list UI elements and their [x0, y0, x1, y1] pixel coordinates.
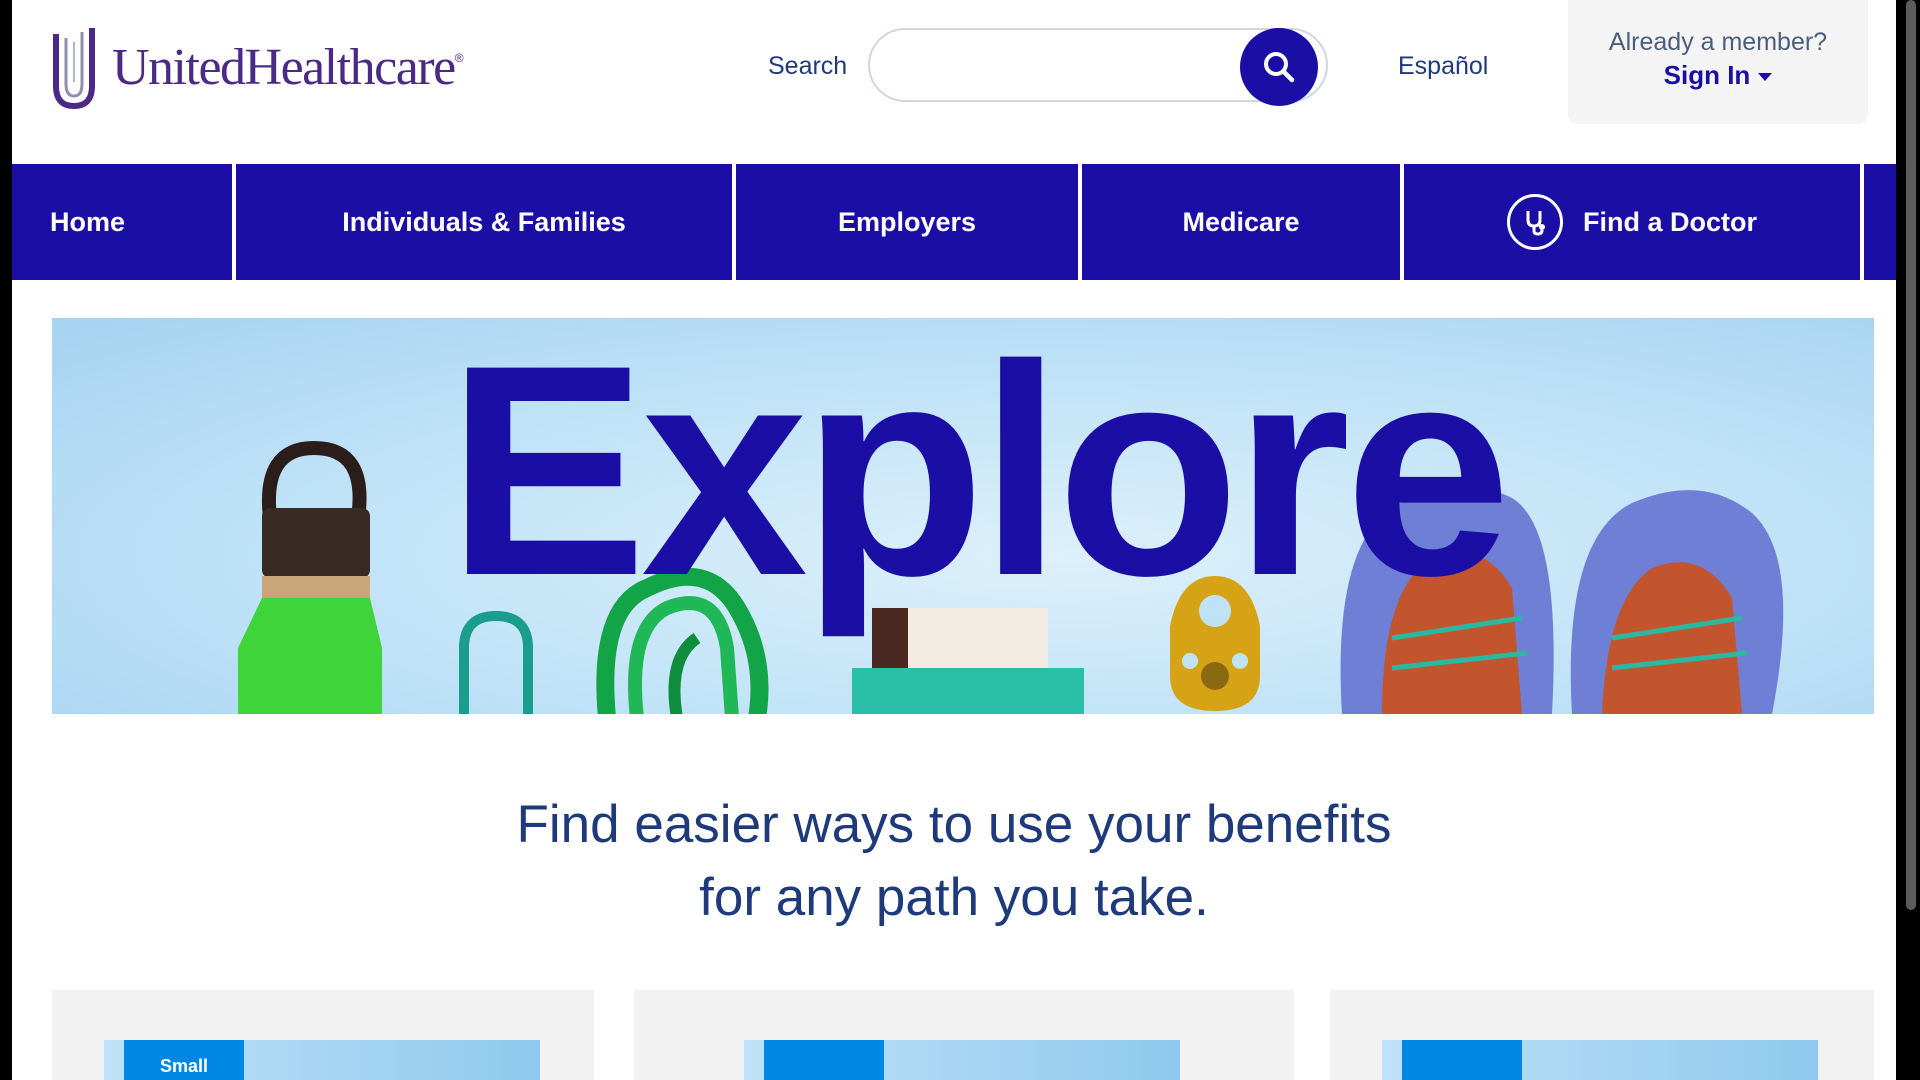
- card-tab: [1402, 1040, 1522, 1080]
- nav-more[interactable]: [1864, 164, 1896, 280]
- search-icon: [1264, 52, 1295, 83]
- feature-card[interactable]: [634, 990, 1294, 1080]
- chevron-down-icon: [1758, 73, 1773, 82]
- feature-card[interactable]: [1330, 990, 1874, 1080]
- nav-employers-label: Employers: [837, 206, 977, 237]
- scrollbar-thumb[interactable]: [1906, 0, 1916, 910]
- nav-employers[interactable]: Employers: [736, 164, 1078, 280]
- uhc-logo-icon: [53, 28, 95, 110]
- espanol-link[interactable]: Español: [1398, 52, 1488, 81]
- scrollbar[interactable]: [1896, 0, 1920, 1080]
- page-headline: Find easier ways to use your benefits fo…: [12, 788, 1896, 934]
- hero-banner[interactable]: Explore: [52, 318, 1874, 714]
- nav-home-label: Home: [50, 206, 126, 237]
- card-tab: Small: [124, 1040, 244, 1080]
- unitedhealthcare-logo[interactable]: UnitedHealthcare ®: [52, 22, 464, 112]
- nav-medicare-label: Medicare: [1182, 206, 1300, 237]
- logo-text: UnitedHealthcare: [112, 38, 456, 96]
- feature-card[interactable]: Small: [52, 990, 594, 1080]
- sign-in-label: Sign In: [1663, 60, 1751, 90]
- nav-find-a-doctor-label: Find a Doctor: [1583, 206, 1757, 237]
- search-input[interactable]: [892, 42, 1226, 90]
- nav-individuals-families-label: Individuals & Families: [342, 206, 626, 237]
- card-tab: [764, 1040, 884, 1080]
- hero-title: Explore: [447, 318, 1511, 638]
- nav-find-a-doctor[interactable]: Find a Doctor: [1404, 164, 1860, 280]
- signin-prompt: Already a member?: [1608, 28, 1828, 56]
- signin-panel: Already a member? Sign In: [1568, 0, 1868, 124]
- nav-medicare[interactable]: Medicare: [1082, 164, 1400, 280]
- nav-home[interactable]: Home: [12, 164, 232, 280]
- headline-line-1: Find easier ways to use your benefits: [516, 795, 1392, 854]
- page: UnitedHealthcare ® Search Español Already…: [12, 0, 1896, 1080]
- headline-line-2: for any path you take.: [699, 868, 1209, 927]
- nav-individuals-families[interactable]: Individuals & Families: [236, 164, 732, 280]
- search-button[interactable]: [1240, 28, 1318, 106]
- water-bottle-image: [238, 440, 382, 714]
- main-nav: Home Individuals & Families Employers Me…: [12, 164, 1896, 280]
- stethoscope-icon: [1507, 194, 1563, 250]
- sign-in-button[interactable]: Sign In: [1568, 60, 1868, 91]
- search-label: Search: [768, 52, 848, 80]
